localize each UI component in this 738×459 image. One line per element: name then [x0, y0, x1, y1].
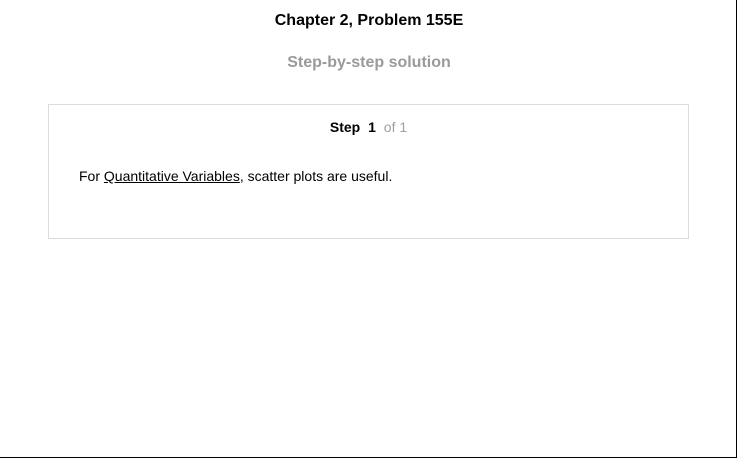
page-title: Chapter 2, Problem 155E — [274, 12, 464, 29]
step-body: For Quantitative Variables, scatter plot… — [79, 167, 392, 185]
step-number: 1 — [368, 119, 376, 135]
step-label: Step — [329, 119, 361, 135]
step-of-total: of 1 — [383, 119, 408, 135]
step-header: Step 1 of 1 — [49, 118, 688, 136]
solution-subtitle: Step-by-step solution — [287, 54, 451, 71]
step-text-after: , scatter plots are useful. — [239, 168, 393, 184]
quantitative-variables-link[interactable]: Quantitative Variables — [104, 168, 240, 184]
step-card: Step 1 of 1 For Quantitative Variables, … — [48, 104, 689, 239]
step-text-before: For — [79, 168, 104, 184]
